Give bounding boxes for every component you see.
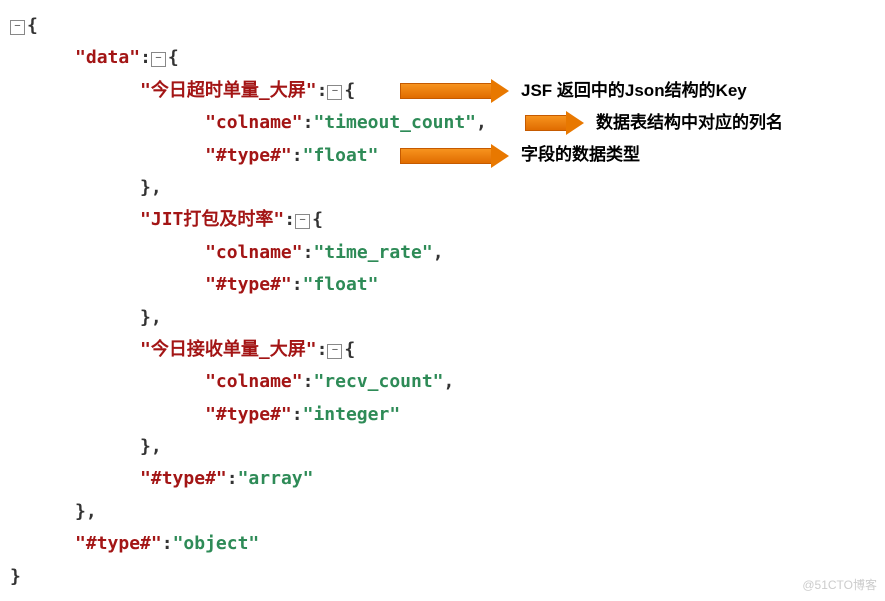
comma: ,: [444, 371, 455, 392]
json-string-value: "object": [173, 533, 260, 554]
code-line: "colname":"recv_count",: [10, 366, 875, 398]
json-string-value: "integer": [303, 404, 401, 425]
code-block: −{ "data":−{ "今日超时单量_大屏":−{JSF 返回中的Json结…: [10, 10, 875, 593]
code-line: "今日超时单量_大屏":−{ JSF 返回中的Json结构的Key: [10, 75, 875, 107]
brace-open: {: [344, 339, 355, 360]
arrow-icon: [400, 140, 509, 172]
json-key: "JIT打包及时率": [140, 209, 284, 230]
json-string-value: "float": [303, 145, 379, 166]
code-line: },: [10, 172, 875, 204]
brace-open: {: [27, 15, 38, 36]
colon: :: [303, 112, 314, 133]
brace-close: },: [140, 307, 162, 328]
colon: :: [292, 145, 303, 166]
collapse-toggle-icon[interactable]: −: [10, 20, 25, 35]
code-line: },: [10, 302, 875, 334]
json-string-value: "time_rate": [313, 242, 432, 263]
collapse-toggle-icon[interactable]: −: [151, 52, 166, 67]
annotation-text: 字段的数据类型: [521, 140, 640, 171]
json-key: "#type#": [205, 145, 292, 166]
json-string-value: "timeout_count": [313, 112, 476, 133]
code-line: },: [10, 496, 875, 528]
json-key: "#type#": [75, 533, 162, 554]
watermark: @51CTO博客: [802, 575, 877, 597]
colon: :: [292, 404, 303, 425]
json-key: "#type#": [205, 274, 292, 295]
code-line: "JIT打包及时率":−{: [10, 204, 875, 236]
arrow-icon: [400, 75, 509, 107]
code-line: "#type#":"float": [10, 269, 875, 301]
comma: ,: [476, 112, 487, 133]
colon: :: [317, 80, 328, 101]
brace-close: },: [140, 436, 162, 457]
json-string-value: "recv_count": [313, 371, 443, 392]
code-line: },: [10, 431, 875, 463]
colon: :: [284, 209, 295, 230]
json-key: "今日超时单量_大屏": [140, 80, 317, 101]
json-key: "#type#": [140, 468, 227, 489]
annotation-text: 数据表结构中对应的列名: [596, 108, 783, 139]
brace-open: {: [312, 209, 323, 230]
json-key: "data": [75, 47, 140, 68]
annotation-text: JSF 返回中的Json结构的Key: [521, 76, 747, 107]
colon: :: [317, 339, 328, 360]
brace-close: },: [75, 501, 97, 522]
code-line: "#type#":"float" 字段的数据类型: [10, 140, 875, 172]
json-string-value: "float": [303, 274, 379, 295]
brace-close: }: [10, 566, 21, 587]
brace-open: {: [168, 47, 179, 68]
comma: ,: [433, 242, 444, 263]
code-line: "#type#":"array": [10, 463, 875, 495]
json-key: "#type#": [205, 404, 292, 425]
json-key: "colname": [205, 371, 303, 392]
code-line: "colname":"time_rate",: [10, 237, 875, 269]
colon: :: [303, 371, 314, 392]
colon: :: [292, 274, 303, 295]
code-line: "colname":"timeout_count", 数据表结构中对应的列名: [10, 107, 875, 139]
code-line: }: [10, 561, 875, 593]
colon: :: [227, 468, 238, 489]
collapse-toggle-icon[interactable]: −: [327, 85, 342, 100]
json-key: "colname": [205, 242, 303, 263]
code-line: "#type#":"integer": [10, 399, 875, 431]
collapse-toggle-icon[interactable]: −: [327, 344, 342, 359]
json-string-value: "array": [238, 468, 314, 489]
colon: :: [162, 533, 173, 554]
arrow-icon: [525, 107, 584, 139]
code-line: "#type#":"object": [10, 528, 875, 560]
code-line: "今日接收单量_大屏":−{: [10, 334, 875, 366]
colon: :: [303, 242, 314, 263]
collapse-toggle-icon[interactable]: −: [295, 214, 310, 229]
brace-open: {: [344, 80, 355, 101]
brace-close: },: [140, 177, 162, 198]
colon: :: [140, 47, 151, 68]
json-key: "今日接收单量_大屏": [140, 339, 317, 360]
code-line: −{: [10, 10, 875, 42]
json-key: "colname": [205, 112, 303, 133]
code-line: "data":−{: [10, 42, 875, 74]
